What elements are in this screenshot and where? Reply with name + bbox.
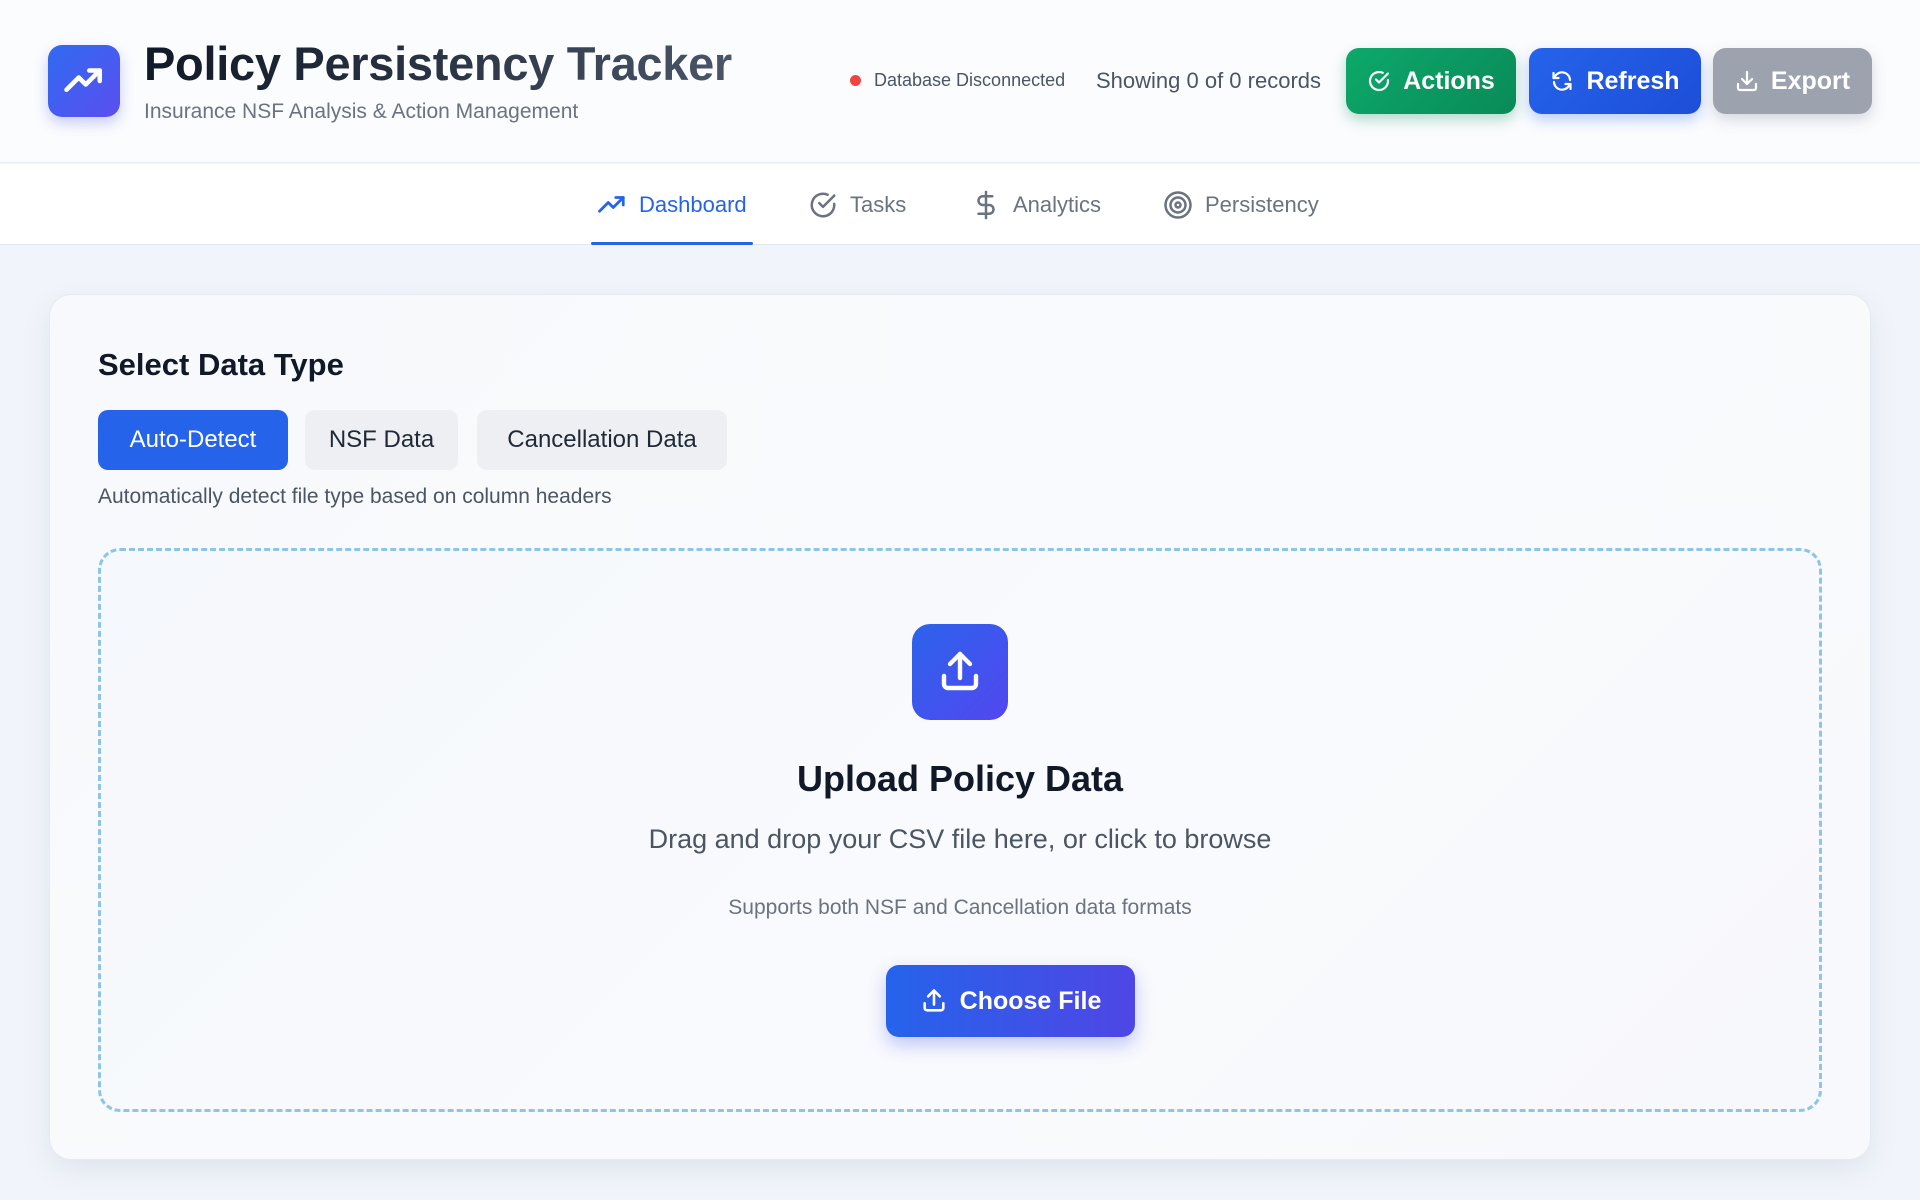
tab-persistency[interactable]: Persistency xyxy=(1163,164,1319,245)
dollar-icon xyxy=(971,190,1001,220)
tab-dashboard[interactable]: Dashboard xyxy=(591,164,753,245)
check-circle-icon xyxy=(1367,69,1391,93)
nsf-data-button[interactable]: NSF Data xyxy=(305,410,458,470)
tab-tasks-label: Tasks xyxy=(850,191,907,217)
tab-analytics-label: Analytics xyxy=(1013,191,1102,217)
data-type-title: Select Data Type xyxy=(98,347,344,382)
upload-formats-note: Supports both NSF and Cancellation data … xyxy=(728,896,1192,919)
database-status-text: Database Disconnected xyxy=(874,70,1066,90)
actions-button-label: Actions xyxy=(1403,66,1495,95)
refresh-button-label: Refresh xyxy=(1586,66,1680,95)
upload-card: Select Data Type Auto-Detect NSF Data Ca… xyxy=(49,294,1871,1160)
cancellation-data-button[interactable]: Cancellation Data xyxy=(477,410,727,470)
upload-icon-badge xyxy=(912,624,1008,720)
app-logo xyxy=(48,45,120,117)
trending-up-icon xyxy=(63,60,105,102)
choose-file-button[interactable]: Choose File xyxy=(886,965,1135,1037)
refresh-button[interactable]: Refresh xyxy=(1529,48,1701,114)
check-circle-icon xyxy=(808,190,838,220)
target-icon xyxy=(1163,190,1193,220)
download-icon xyxy=(1735,69,1759,93)
records-count: Showing 0 of 0 records xyxy=(1096,68,1322,93)
main-tabs: Dashboard Tasks Analytics Persistency xyxy=(0,164,1920,245)
app-subtitle: Insurance NSF Analysis & Action Manageme… xyxy=(144,100,579,123)
tab-tasks[interactable]: Tasks xyxy=(808,164,906,245)
upload-icon xyxy=(920,987,948,1015)
upload-icon xyxy=(936,648,984,696)
choose-file-label: Choose File xyxy=(959,986,1102,1015)
refresh-icon xyxy=(1550,69,1574,93)
status-dot-icon xyxy=(850,75,861,86)
tab-analytics[interactable]: Analytics xyxy=(971,164,1101,245)
export-button-label: Export xyxy=(1770,66,1851,95)
upload-description: Drag and drop your CSV file here, or cli… xyxy=(648,824,1272,854)
app-header: Policy Persistency Tracker Insurance NSF… xyxy=(0,0,1920,163)
actions-button[interactable]: Actions xyxy=(1346,48,1516,114)
tab-persistency-label: Persistency xyxy=(1205,191,1319,217)
file-dropzone[interactable]: Upload Policy Data Drag and drop your CS… xyxy=(98,548,1822,1112)
export-button[interactable]: Export xyxy=(1713,48,1872,114)
data-type-hint: Automatically detect file type based on … xyxy=(98,485,612,508)
upload-title: Upload Policy Data xyxy=(796,758,1124,799)
tab-dashboard-label: Dashboard xyxy=(639,191,747,217)
auto-detect-button[interactable]: Auto-Detect xyxy=(98,410,288,470)
trending-up-icon xyxy=(597,190,627,220)
app-title: Policy Persistency Tracker xyxy=(144,37,732,90)
database-status: Database Disconnected xyxy=(850,70,1065,91)
